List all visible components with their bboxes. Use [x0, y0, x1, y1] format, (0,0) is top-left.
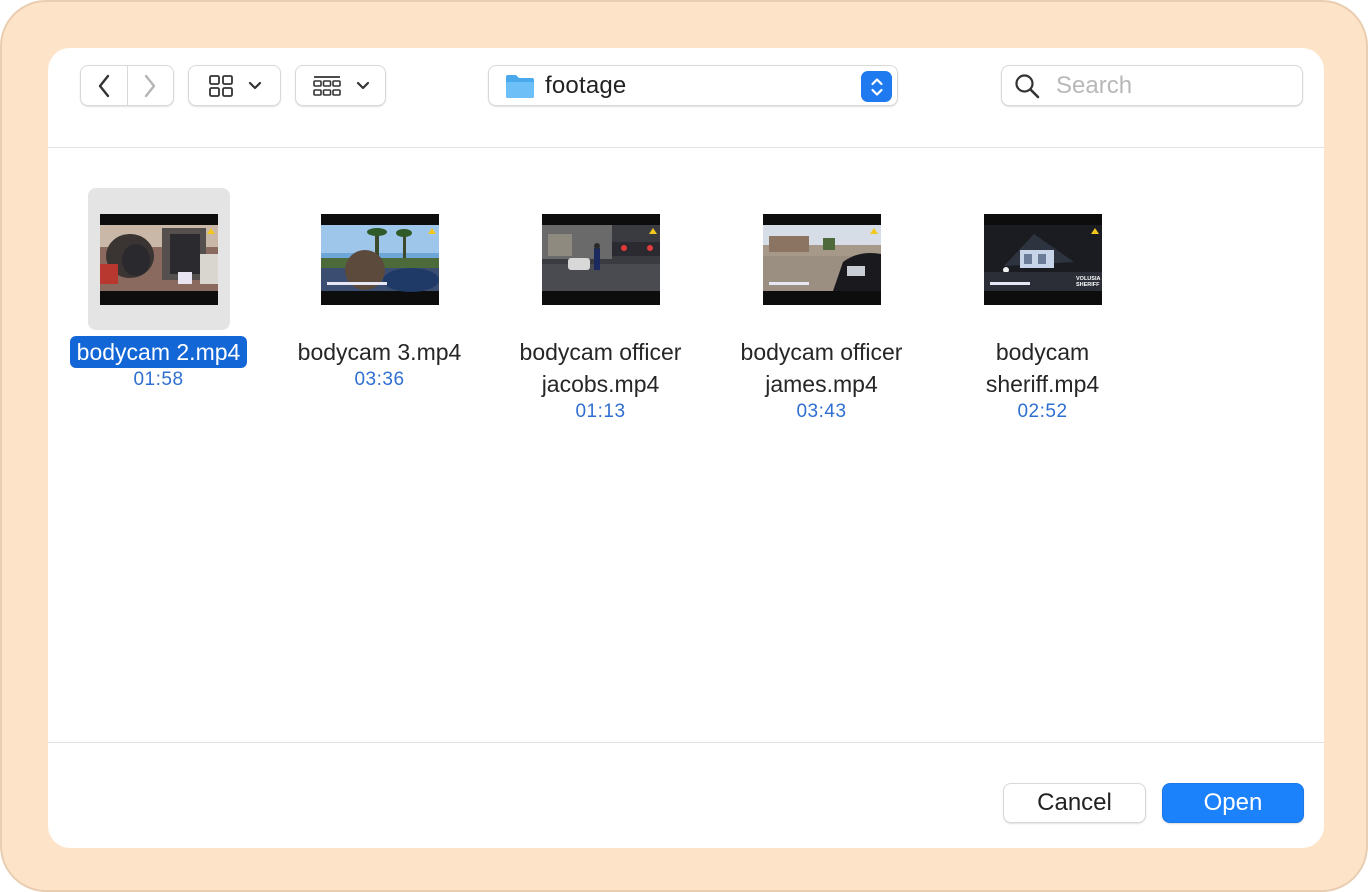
forward-button[interactable]: [127, 66, 173, 105]
file-duration: 03:43: [796, 401, 847, 422]
file-duration: 01:13: [575, 401, 626, 422]
magnifier-icon: [1015, 73, 1040, 98]
navigation-buttons: [80, 65, 174, 106]
thumbnail-frame: VOLUSIA SHERIFF: [972, 188, 1114, 330]
group-view-icon: [312, 75, 341, 96]
location-stepper[interactable]: [861, 71, 892, 102]
back-button[interactable]: [81, 66, 127, 105]
video-thumbnail: [541, 213, 660, 305]
file-name: bodycam officer jacobs.mp4: [519, 339, 682, 397]
file-duration: 01:58: [133, 369, 184, 390]
folder-icon: [506, 74, 534, 98]
video-thumbnail: [99, 213, 218, 305]
thumbnail-frame: [751, 188, 893, 330]
cancel-button[interactable]: Cancel: [1003, 783, 1146, 823]
search-input[interactable]: [1054, 70, 1288, 101]
toolbar: footage: [48, 48, 1324, 148]
sheriff-logo-subtext: SHERIFF: [1076, 282, 1100, 288]
file-item[interactable]: bodycam officer james.mp4 03:43: [711, 188, 932, 423]
location-popup[interactable]: footage: [488, 65, 898, 106]
thumbnail-frame: [309, 188, 451, 330]
view-mode-button[interactable]: [188, 65, 281, 106]
video-thumbnail: [320, 213, 439, 305]
file-item[interactable]: bodycam 2.mp4 01:58: [48, 188, 269, 391]
file-grid: bodycam 2.mp4 01:58 bodycam 3.mp4 03:36 …: [48, 148, 1324, 742]
file-name: bodycam officer james.mp4: [740, 339, 903, 397]
file-duration: 03:36: [354, 369, 405, 390]
footer-divider: [48, 742, 1324, 743]
thumbnail-frame: [87, 188, 230, 330]
file-duration: 02:52: [1017, 401, 1068, 422]
file-name: bodycam sheriff.mp4: [985, 339, 1100, 397]
thumbnail-frame: [530, 188, 672, 330]
open-button[interactable]: Open: [1162, 783, 1304, 823]
file-item[interactable]: bodycam officer jacobs.mp4 01:13: [490, 188, 711, 423]
file-item[interactable]: bodycam 3.mp4 03:36: [269, 188, 490, 391]
up-down-chevron-icon: [870, 77, 883, 96]
search-field[interactable]: [1001, 65, 1303, 106]
group-by-button[interactable]: [295, 65, 386, 106]
video-thumbnail: [762, 213, 881, 305]
current-folder-label: footage: [545, 71, 627, 99]
chevron-down-icon: [248, 81, 261, 89]
chevron-down-icon: [356, 81, 369, 89]
file-name: bodycam 2.mp4: [69, 336, 248, 368]
file-name: bodycam 3.mp4: [297, 339, 462, 365]
file-item[interactable]: VOLUSIA SHERIFF bodycam sheriff.mp4 02:5…: [932, 188, 1153, 423]
video-thumbnail: VOLUSIA SHERIFF: [983, 213, 1102, 305]
chevron-right-icon: [145, 74, 156, 97]
grid-view-icon: [208, 74, 233, 97]
chevron-left-icon: [98, 74, 109, 97]
open-file-dialog: footage Search bodycam 2.mp4 01:58 bodyc…: [48, 48, 1324, 848]
window-frame: footage Search bodycam 2.mp4 01:58 bodyc…: [0, 0, 1368, 892]
